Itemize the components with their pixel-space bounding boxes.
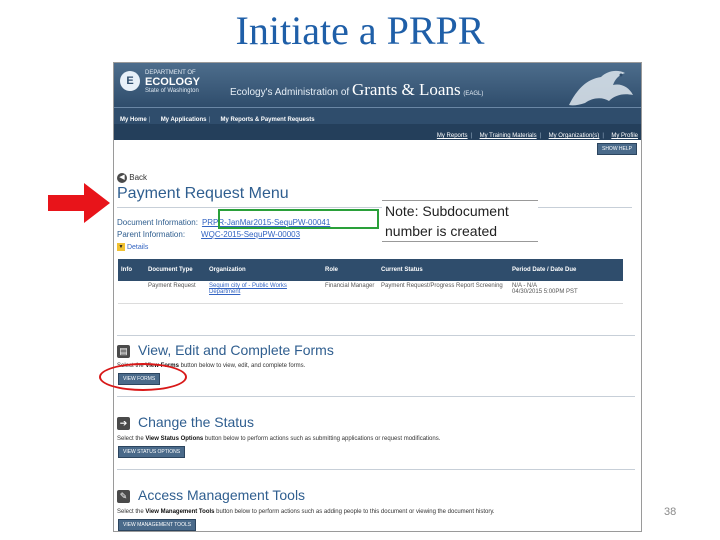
nav-my-reports[interactable]: My Reports [437,133,468,139]
cell-doc-type: Payment Request [145,281,207,304]
parent-info-row: Parent Information: WQC-2015-SequPW-00003 [117,230,301,239]
slide-title: Initiate a PRPR [235,8,485,53]
document-info-table: Info Document Type Organization Role Cur… [118,259,623,304]
wrench-icon: ✎ [117,489,130,503]
system-title: Ecology's Administration of Grants & Loa… [230,80,484,99]
forms-icon: ▤ [117,344,130,358]
section-divider [117,335,635,336]
col-organization: Organization [206,259,323,281]
back-link[interactable]: ◀ Back [117,173,147,183]
cell-role: Financial Manager [322,281,379,304]
page-number: 38 [664,506,677,518]
section-title-status: ➔ Change the Status [117,414,254,430]
view-forms-highlight [99,363,187,391]
expand-icon: ▼ [117,243,125,251]
col-current-status: Current Status [378,259,510,281]
show-help-button[interactable]: SHOW HELP [596,143,637,155]
section-title-management: ✎ Access Management Tools [117,487,305,503]
cell-status: Payment Request/Progress Report Screenin… [378,281,510,304]
col-period-date: Period Date / Date Due [509,259,623,281]
view-status-options-button[interactable]: VIEW STATUS OPTIONS [118,446,186,458]
nav-my-training-materials[interactable]: My Training Materials [480,133,537,139]
col-role: Role [322,259,379,281]
secondary-nav: My Reports | My Training Materials | My Or… [114,124,641,140]
nav-my-reports-payment[interactable]: My Reports & Payment Requests [221,117,315,123]
section-divider [117,396,635,397]
page-title: Payment Request Menu [117,185,289,202]
status-instructions: Select the View Status Options button be… [117,436,441,442]
col-document-type: Document Type [145,259,207,281]
nav-my-organizations[interactable]: My Organization(s) [549,133,600,139]
app-screenshot: E DEPARTMENT OF ECOLOGY State of Washing… [113,62,642,532]
red-arrow-icon [48,183,110,223]
nav-my-home[interactable]: My Home [120,117,147,123]
ecology-logo-icon: E [120,71,140,91]
section-divider [117,469,635,470]
table-header-row: Info Document Type Organization Role Cur… [118,259,623,281]
parent-info-link[interactable]: WQC-2015-SequPW-00003 [201,230,300,239]
table-row: Payment Request Sequim city of - Public … [118,281,623,304]
cell-organization[interactable]: Sequim city of - Public Works Department [206,281,323,304]
subdocument-note: Note: Subdocument number is created [382,200,538,242]
agency-name: DEPARTMENT OF ECOLOGY State of Washingto… [145,70,201,94]
subdocument-highlight [218,209,379,229]
app-banner: E DEPARTMENT OF ECOLOGY State of Washing… [114,63,641,107]
nav-my-applications[interactable]: My Applications [161,117,207,123]
management-instructions: Select the View Management Tools button … [117,509,495,515]
eagle-icon [569,70,633,106]
arrow-right-icon: ➔ [117,416,130,430]
cell-period: N/A - N/A 04/30/2015 5:00PM PST [509,281,623,304]
title-divider [117,207,632,208]
primary-nav: My Home | My Applications | My Reports & P… [114,107,641,124]
nav-my-profile[interactable]: My Profile [611,133,638,139]
col-info: Info [118,259,146,281]
details-toggle[interactable]: ▼ Details [117,243,148,251]
view-management-tools-button[interactable]: VIEW MANAGEMENT TOOLS [118,519,197,531]
back-arrow-icon: ◀ [117,173,127,183]
section-title-forms: ▤ View, Edit and Complete Forms [117,342,334,358]
